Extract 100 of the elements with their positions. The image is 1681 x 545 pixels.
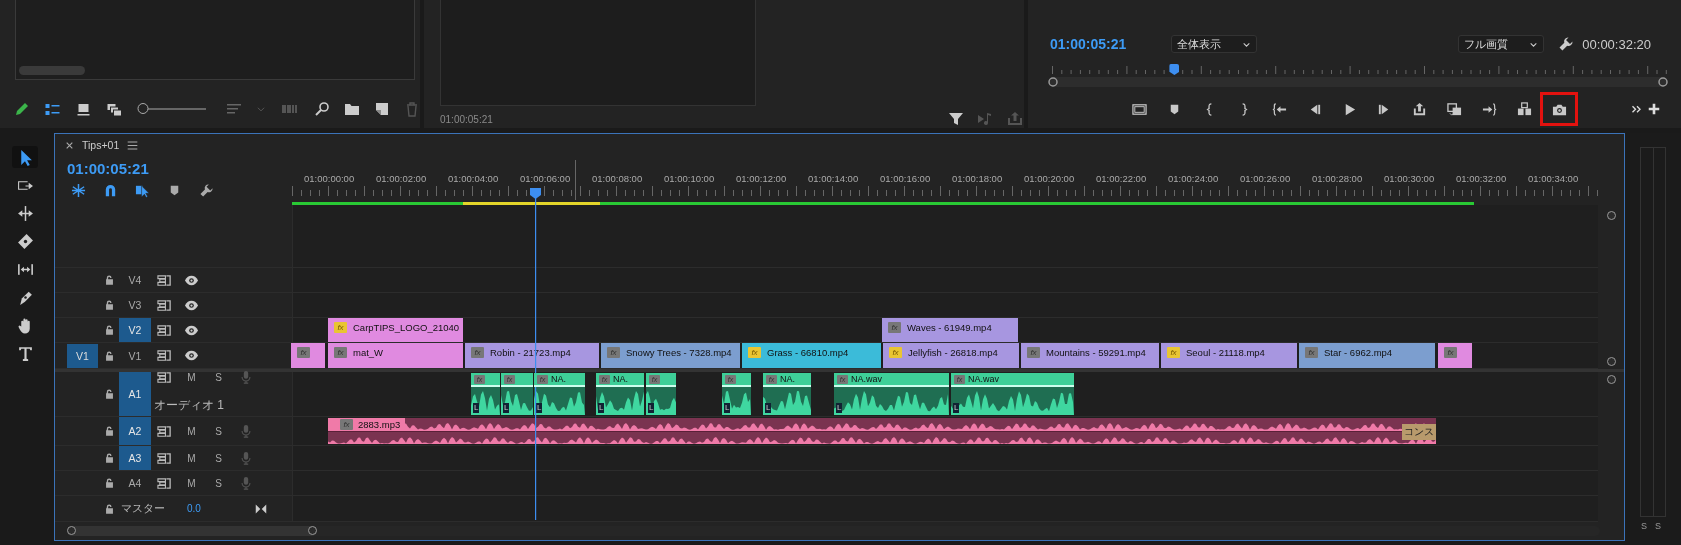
sync-lock-icon[interactable]: [157, 272, 172, 288]
lock-icon[interactable]: [103, 349, 115, 362]
extract-icon[interactable]: [1446, 101, 1462, 117]
lock-icon[interactable]: [103, 388, 115, 400]
bowtie-icon[interactable]: [254, 502, 267, 515]
nest-icon[interactable]: [71, 183, 86, 198]
lock-icon[interactable]: [103, 452, 115, 464]
sync-lock-icon[interactable]: [157, 475, 172, 491]
time-label: 01:00:22:00: [1096, 173, 1147, 184]
clip-name: Seoul - 21118.mp4: [1186, 347, 1265, 358]
time-label: 01:00:08:00: [592, 173, 643, 184]
track-target[interactable]: V3: [119, 293, 151, 317]
mute-toggle[interactable]: M: [187, 477, 196, 489]
clip-name: Snowy Trees - 7328.mp4: [626, 347, 732, 358]
search-icon[interactable]: [314, 101, 330, 117]
fx-badge: fx: [889, 347, 902, 358]
scroll-handle[interactable]: [1606, 211, 1616, 220]
video-clip[interactable]: fx Grass - 66810.mp4: [742, 343, 882, 368]
sync-lock-icon[interactable]: [157, 370, 172, 385]
program-timecode: 01:00:05:21: [1050, 36, 1127, 52]
safe-margins-icon[interactable]: [1131, 101, 1147, 117]
icon-view-icon[interactable]: [75, 101, 92, 117]
lock-icon[interactable]: [103, 477, 115, 489]
solo-toggle[interactable]: S: [215, 477, 222, 489]
menu-icon[interactable]: [127, 139, 139, 151]
pencil-icon[interactable]: [14, 101, 30, 117]
time-label: 01:00:18:00: [952, 173, 1003, 184]
sequence-tab[interactable]: Tips+01: [82, 139, 120, 151]
fx-badge: fx: [1167, 347, 1180, 358]
new-item-icon[interactable]: [374, 101, 390, 117]
clip-name: Mountains - 59291.mp4: [1046, 347, 1146, 358]
sort-icon[interactable]: [226, 101, 242, 117]
solo-toggle[interactable]: S: [1641, 521, 1647, 531]
mute-toggle[interactable]: M: [187, 370, 196, 385]
settings-icon[interactable]: [199, 183, 214, 198]
lock-icon[interactable]: [103, 502, 115, 515]
playhead-marker[interactable]: [1169, 64, 1180, 75]
channel-label: L: [953, 403, 960, 413]
master-track-label: マスター: [121, 501, 165, 516]
close-icon[interactable]: [65, 140, 74, 150]
freeform-view-icon[interactable]: [106, 101, 123, 117]
master-volume[interactable]: 0.0: [187, 503, 201, 514]
time-label: 01:00:32:00: [1456, 173, 1507, 184]
track-target[interactable]: V4: [119, 268, 151, 292]
track-target[interactable]: A3: [119, 446, 151, 470]
video-clip[interactable]: fx Seoul - 21118.mp4: [1161, 343, 1298, 368]
channel-label: L: [503, 403, 510, 413]
track-target[interactable]: V1: [119, 343, 151, 368]
snap-icon[interactable]: [103, 183, 118, 198]
scrubber-track[interactable]: [1048, 64, 1668, 88]
quality-dropdown[interactable]: フル画質: [1458, 35, 1545, 53]
channel-label: L: [598, 403, 605, 413]
camera-button[interactable]: [1540, 92, 1578, 126]
list-view-icon[interactable]: [44, 101, 61, 117]
track-target[interactable]: V2: [119, 318, 151, 342]
solo-toggle[interactable]: S: [215, 370, 222, 385]
video-clip[interactable]: fx CarpTIPS_LOGO_21040: [328, 318, 464, 342]
selection-tool[interactable]: [12, 146, 38, 168]
lock-icon[interactable]: [103, 425, 115, 437]
sync-lock-icon[interactable]: [157, 322, 172, 338]
sync-lock-icon[interactable]: [157, 348, 172, 363]
compare-icon[interactable]: [1516, 101, 1532, 117]
time-label: 01:00:30:00: [1384, 173, 1435, 184]
time-label: 01:00:28:00: [1312, 173, 1363, 184]
lift-icon[interactable]: [1411, 101, 1427, 117]
linked-icon[interactable]: [135, 183, 150, 198]
clip-name: Jellyfish - 26818.mp4: [908, 347, 998, 358]
video-clip[interactable]: fx Jellyfish - 26818.mp4: [883, 343, 1020, 368]
timeline-timecode[interactable]: 01:00:05:21: [67, 160, 149, 177]
solo-toggle[interactable]: S: [215, 425, 222, 437]
sync-lock-icon[interactable]: [157, 297, 172, 313]
scroll-thumb[interactable]: [67, 525, 317, 536]
time-label: 01:00:00:00: [304, 173, 355, 184]
folder-icon[interactable]: [344, 101, 360, 117]
solo-toggle[interactable]: S: [215, 452, 222, 464]
sync-lock-icon[interactable]: [157, 450, 172, 466]
clip-name: NA.: [780, 374, 795, 384]
clip-name: NA.wav: [851, 374, 882, 384]
track-target[interactable]: A4: [119, 471, 151, 495]
source-patch[interactable]: V1: [67, 343, 98, 368]
channel-label: L: [648, 403, 655, 413]
add-icon[interactable]: [1647, 102, 1661, 116]
go-to-out-icon[interactable]: [1481, 101, 1497, 117]
solo-toggle[interactable]: S: [1655, 521, 1662, 531]
scroll-thumb[interactable]: [19, 66, 85, 75]
mute-toggle[interactable]: M: [187, 452, 196, 464]
track-target[interactable]: A1: [119, 372, 151, 416]
zoom-dropdown[interactable]: 全体表示: [1171, 35, 1258, 53]
sync-lock-icon[interactable]: [157, 423, 172, 439]
eye-icon[interactable]: [184, 348, 199, 363]
go-to-in-icon[interactable]: [1271, 101, 1287, 117]
filter-icon[interactable]: [948, 111, 964, 127]
lock-icon[interactable]: [103, 274, 115, 286]
lock-icon[interactable]: [103, 299, 115, 311]
more-icon[interactable]: [1631, 104, 1643, 116]
sequence-duration: 00:00:32:20: [1582, 36, 1651, 52]
track-target[interactable]: A2: [119, 417, 151, 445]
settings-icon[interactable]: [1558, 36, 1575, 52]
mute-toggle[interactable]: M: [187, 425, 196, 437]
lock-icon[interactable]: [103, 324, 115, 336]
